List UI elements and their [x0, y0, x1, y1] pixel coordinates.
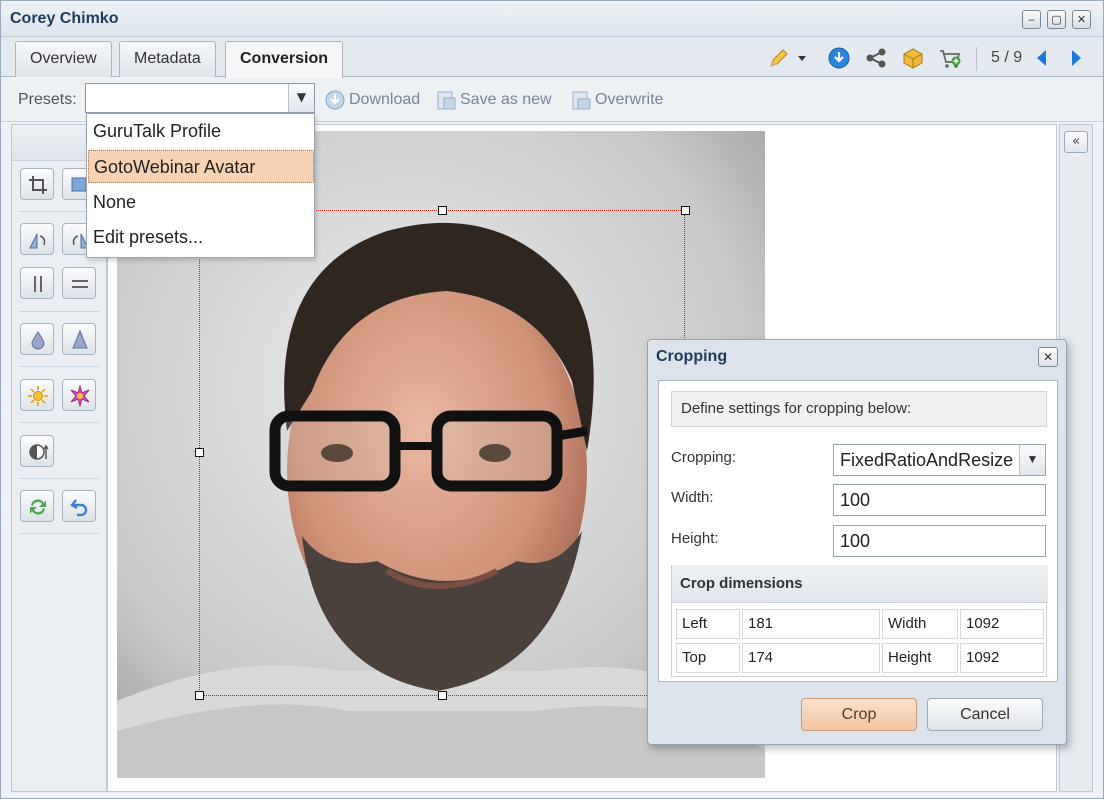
title-bar: Corey Chimko ‒ ▢ ✕ — [1, 1, 1103, 37]
tool-separator — [19, 533, 99, 534]
preset-option-gurutalk[interactable]: GuruTalk Profile — [88, 115, 314, 148]
dialog-body: Define settings for cropping below: Crop… — [658, 380, 1058, 682]
crop-handle[interactable] — [438, 691, 447, 700]
brightness-icon — [28, 386, 48, 406]
cropping-mode-value: FixedRatioAndResize — [840, 450, 1014, 470]
crop-icon — [29, 176, 47, 194]
dropdown-caret-icon[interactable] — [795, 46, 809, 70]
chevron-down-icon[interactable]: ▼ — [1019, 445, 1045, 475]
dim-left-label: Left — [676, 609, 740, 639]
undo-icon — [70, 499, 88, 517]
presets-combobox[interactable]: ▼ — [85, 83, 315, 113]
dim-top-label: Top — [676, 643, 740, 673]
save-as-new-icon — [437, 91, 456, 110]
rotate-left-icon — [29, 233, 46, 249]
crop-handle[interactable] — [195, 448, 204, 457]
preset-option-edit[interactable]: Edit presets... — [88, 221, 314, 254]
dim-width-label: Width — [882, 609, 958, 639]
crop-handle[interactable] — [681, 206, 690, 215]
download-circle-icon[interactable] — [827, 46, 851, 70]
rotate-left-button[interactable] — [20, 223, 54, 255]
refresh-icon — [30, 499, 46, 515]
minimize-button[interactable]: ‒ — [1022, 10, 1041, 29]
dialog-hint: Define settings for cropping below: — [671, 391, 1047, 427]
dim-left-value[interactable]: 181 — [742, 609, 880, 639]
overwrite-icon — [572, 91, 591, 110]
cropping-mode-select[interactable]: FixedRatioAndResize ▼ — [833, 444, 1046, 476]
undo-button[interactable] — [62, 490, 96, 522]
tool-separator — [19, 478, 99, 479]
save-as-new-label: Save as new — [460, 91, 552, 109]
next-arrow-icon[interactable] — [1067, 46, 1085, 70]
crop-dimensions-title: Crop dimensions — [672, 565, 1048, 603]
saturation-icon — [70, 385, 90, 407]
download-icon — [325, 90, 345, 110]
flip-horizontal-button[interactable] — [62, 267, 96, 299]
blur-button[interactable] — [20, 323, 54, 355]
dialog-title: Cropping — [656, 348, 728, 365]
close-button[interactable]: ✕ — [1072, 10, 1091, 29]
page-counter: 5 / 9 — [991, 49, 1023, 66]
maximize-button[interactable]: ▢ — [1047, 10, 1066, 29]
download-button[interactable]: Download — [324, 89, 420, 113]
height-label: Height: — [671, 530, 719, 547]
width-label: Width: — [671, 489, 714, 506]
flip-horizontal-icon — [72, 280, 88, 288]
tool-separator — [19, 422, 99, 423]
crop-tool-button[interactable] — [20, 168, 54, 200]
dim-top-value[interactable]: 174 — [742, 643, 880, 673]
tool-separator — [19, 311, 99, 312]
dim-width-value[interactable]: 1092 — [960, 609, 1044, 639]
cropping-label: Cropping: — [671, 449, 737, 466]
sharpen-button[interactable] — [62, 323, 96, 355]
tab-metadata[interactable]: Metadata — [119, 41, 216, 77]
brightness-button[interactable] — [20, 379, 54, 411]
crop-button[interactable]: Crop — [801, 698, 917, 731]
cancel-button[interactable]: Cancel — [927, 698, 1043, 731]
chevron-down-icon[interactable]: ▼ — [288, 84, 314, 112]
cart-add-icon[interactable] — [938, 46, 962, 70]
download-label: Download — [349, 91, 421, 109]
pencil-icon[interactable] — [767, 46, 791, 70]
contrast-button[interactable] — [20, 435, 54, 467]
image-editor-window: Corey Chimko ‒ ▢ ✕ Overview Metadata Con… — [0, 0, 1104, 799]
dialog-close-icon[interactable]: ✕ — [1038, 347, 1058, 367]
overwrite-button[interactable]: Overwrite — [570, 89, 663, 113]
dim-height-value[interactable]: 1092 — [960, 643, 1044, 673]
crop-dimensions-group: Crop dimensions Left 181 Width 1092 Top … — [671, 565, 1048, 677]
overwrite-label: Overwrite — [595, 91, 664, 109]
tab-overview[interactable]: Overview — [15, 41, 112, 77]
contrast-icon — [29, 444, 49, 460]
expand-panel-icon[interactable]: « — [1064, 131, 1088, 153]
height-input[interactable]: 100 — [833, 525, 1046, 557]
preset-option-none[interactable]: None — [88, 186, 314, 219]
share-icon[interactable] — [864, 46, 888, 70]
window-title: Corey Chimko — [10, 10, 119, 27]
cropping-dialog: Cropping ✕ Define settings for cropping … — [647, 339, 1067, 745]
sharpen-icon — [72, 329, 88, 349]
flip-vertical-button[interactable] — [20, 267, 54, 299]
package-icon[interactable] — [901, 46, 925, 70]
save-as-new-button[interactable]: Save as new — [435, 89, 552, 113]
width-input[interactable]: 100 — [833, 484, 1046, 516]
crop-handle[interactable] — [195, 691, 204, 700]
dim-height-label: Height — [882, 643, 958, 673]
refresh-button[interactable] — [20, 490, 54, 522]
crop-handle[interactable] — [438, 206, 447, 215]
tab-conversion[interactable]: Conversion — [225, 41, 344, 78]
toolbar-divider — [976, 47, 977, 71]
saturation-button[interactable] — [62, 379, 96, 411]
crop-selection[interactable] — [199, 210, 685, 696]
blur-icon — [31, 331, 45, 350]
presets-label: Presets: — [18, 91, 77, 108]
prev-arrow-icon[interactable] — [1033, 46, 1051, 70]
tool-separator — [19, 366, 99, 367]
preset-option-gotowebinar[interactable]: GotoWebinar Avatar — [88, 150, 314, 183]
presets-dropdown-list: GuruTalk Profile GotoWebinar Avatar None… — [86, 113, 315, 258]
flip-vertical-icon — [34, 276, 42, 292]
